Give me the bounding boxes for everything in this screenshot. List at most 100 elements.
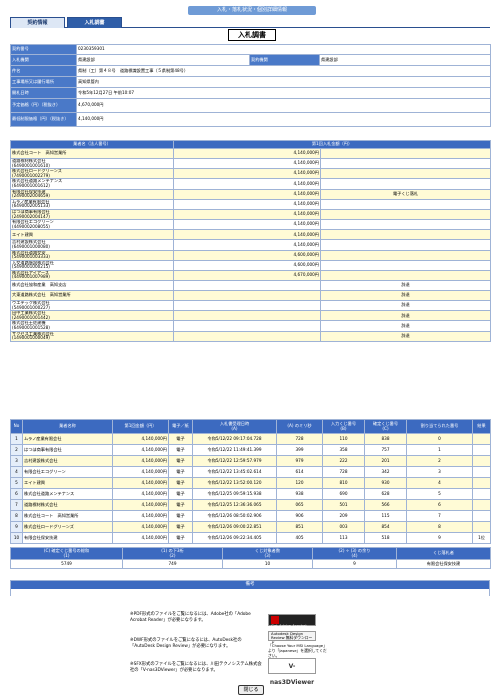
bidder-amount [173,280,321,292]
info-label: 最低制限価格（円）（税抜き） [10,112,77,127]
summary-value: 5749 [10,559,123,569]
lottery-cell: 吉村建設株式会社 [22,455,113,467]
info-value: 令和5年12月27日 午前10:07 [75,87,492,99]
summary-header: くじ対象者数 (3) [222,547,313,560]
bidder-name: 株式会社ロードグリーンズ (7490001002279) [10,168,174,180]
lottery-cell: 電子 [168,455,193,467]
lottery-cell: 209 [322,510,365,522]
bidder-amount [173,330,321,342]
lottery-cell: 9 [10,521,23,533]
bidder-amount: 4,600,000円 [173,259,321,271]
info-label: 予定価格（円）（税抜き） [10,98,77,113]
lottery-cell: 株式会社ロードグリーンズ [22,521,113,533]
lottery-cell: 令和5/12/26 09:00:22.851 [192,521,277,533]
bidder-note: 辞退 [319,290,492,302]
lottery-cell: 電子 [168,499,193,511]
lottery-cell: 4,140,000円 [112,521,169,533]
lottery-col-header: No [10,419,23,434]
close-button[interactable]: 閉じる [238,685,264,695]
lottery-cell: 3 [10,455,23,467]
lottery-cell: 1 [406,444,473,456]
lottery-row: 3 吉村建設株式会社 4,140,000円 電子 令和5/12/22 12:59:57.… [10,455,491,467]
lottery-cell [472,433,491,445]
autodesk-badge[interactable]: Autodesk Design Review 無料ダウンロード [268,631,316,644]
bidder-name: 田中工業株式会社 (2490001001442) [10,310,174,322]
lottery-cell: 110 [322,433,365,445]
lottery-col-header: 電子／紙 [168,419,193,434]
lottery-cell: 道路標材株式会社 [22,499,113,511]
lottery-cell: 222 [322,455,365,467]
bidder-amount: 4,140,000円 [173,198,321,210]
msi-note: 「Choose Your MSI Language」より「Japanese」を選… [268,643,327,658]
tab-bid-record[interactable]: 入札調書 [67,17,122,28]
vnas-viewer-badge[interactable]: V-nas3DViewer [268,658,316,686]
bidder-row: 株式会社アイアース (4490001007989) 4,670,000円 [10,269,492,282]
bidder-row: エイト建興 4,140,000円 [10,229,492,241]
lottery-cell: 399 [276,444,323,456]
col-header-amount: 第1回入札金額（円） [172,140,492,149]
bidder-name: 株式会社協和産業 高知支店 [10,280,174,292]
lottery-row: 5 エイト建興 4,140,000円 電子 令和5/12/22 13:52:00.120… [10,477,491,489]
info-label: 契約機関 [249,54,320,66]
lottery-cell: 728 [276,433,323,445]
remarks-section: 備考 [10,580,490,596]
sfx-note: ※SFX形式のファイルをご覧になるには、川田テクノシステム株式会社の「V-nas… [130,662,262,673]
lottery-cell: 9 [406,532,473,544]
window-title-bar: 入札・落札状況・個別詳細情報 [188,6,316,15]
lottery-cell: 10 [10,532,23,544]
info-value: 高知県管内 [75,76,492,88]
bidder-name: 株式会社道路交安 (5490001003333) [10,249,174,261]
lottery-col-header: (A) のミリ秒 [276,419,323,434]
lottery-cell: 120 [276,477,323,489]
summary-header: (2) ÷ (3) の余り (4) [312,547,397,560]
lottery-cell: 3 [406,466,473,478]
lottery-cell: 065 [276,499,323,511]
lottery-cell: 電子 [168,521,193,533]
tab-contract-info[interactable]: 契約情報 [10,17,65,28]
lottery-cell: 電子 [168,433,193,445]
bidder-note [319,259,492,271]
lottery-col-header: 入札書受理日時 (A) [192,419,277,434]
bidder-note: 辞退 [319,310,492,322]
bidder-name: サクセス工業株式会社 (1490001000049) [10,330,174,342]
lottery-col-header: 入力くじ番号 (B) [322,419,365,434]
bidder-note [319,178,492,190]
bidder-row: 株式会社協和産業 高知支店 辞退 [10,280,492,292]
bidder-row: ウエテック株式会社 (5490001000227) 辞退 [10,300,492,312]
info-value: 4,140,000円 [75,112,492,127]
info-label: 契約番号 [10,44,77,55]
lottery-cell: 2 [406,455,473,467]
bidder-name: ムラノ産業有限会社 (6490002005133) [10,198,174,210]
bidder-amount [173,300,321,312]
lottery-col-header: 業者名称 [22,419,113,434]
lottery-cell: 株式会社コート 高知営業所 [22,510,113,522]
lottery-cell: 令和5/12/25 12:36:36.065 [192,499,277,511]
bidder-amount [173,310,321,322]
lottery-cell: 851 [276,521,323,533]
bidder-row: 株式会社道路交安 (5490001003333) 4,600,000円 [10,249,492,261]
lottery-cell: 4,140,000円 [112,433,169,445]
bidder-amount: 4,140,000円 [173,168,321,180]
bidder-amount: 4,140,000円 [173,178,321,190]
bidder-name: 株式会社アイアース (4490001007989) [10,269,174,282]
lottery-cell: 405 [276,532,323,544]
lottery-cell: 003 [322,521,365,533]
bidder-row: 株式会社コート 高知営業所 4,140,000円 [10,148,492,159]
bidder-name: 吉村建設株式会社 (6490001000080) [10,239,174,251]
lottery-cell: 906 [276,510,323,522]
bidder-amount: 4,140,000円 [173,188,321,200]
lottery-cell: 有限会社保安技建 [22,532,113,544]
adobe-reader-badge[interactable]: Get Adobe Acrobat Reader [268,614,316,632]
bidder-note: 電子くじ落札 [319,188,492,200]
lottery-cell: 令和5/12/22 13:45:02.614 [192,466,277,478]
bidder-row: サクセス工業株式会社 (1490001000049) 辞退 [10,330,492,342]
lottery-row: 4 有限会社エコグリーン 4,140,000円 電子 令和5/12/22 13:45:0… [10,466,491,478]
lottery-cell: 8 [406,521,473,533]
summary-value: 9 [312,559,397,569]
lottery-cell: 4,140,000円 [112,488,169,500]
bidder-amount: 4,140,000円 [173,229,321,241]
lottery-cell: 201 [364,455,407,467]
lottery-row: 8 株式会社コート 高知営業所 4,140,000円 電子 令和5/12/26 08:5… [10,510,491,522]
lottery-cell: 810 [322,477,365,489]
bidder-name: 道路標材株式会社 (6490001001610) [10,157,174,170]
